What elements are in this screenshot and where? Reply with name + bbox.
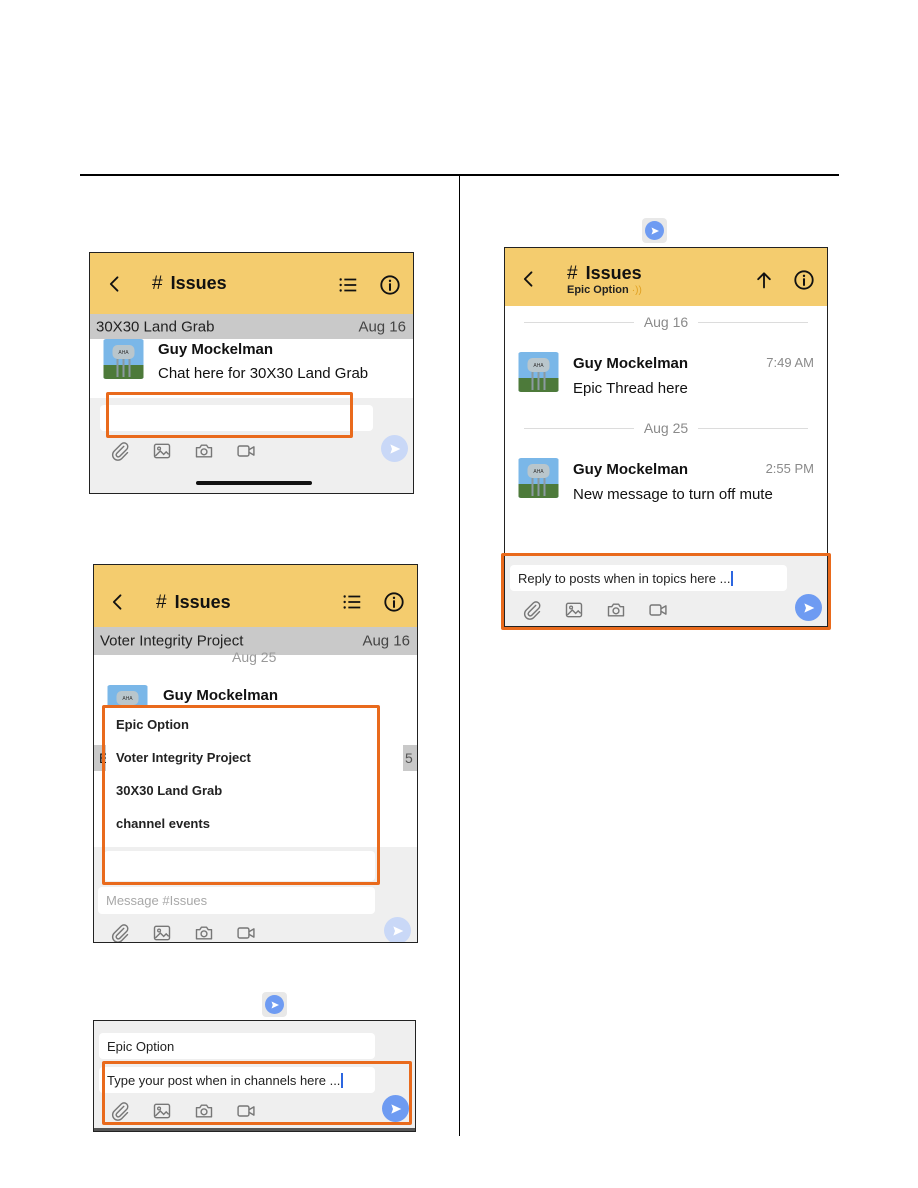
send-button-reference [262, 992, 287, 1017]
send-button[interactable] [384, 917, 411, 942]
send-icon [387, 441, 403, 457]
mute-icon: ·)) [631, 285, 642, 296]
highlight-channel-input [102, 1061, 412, 1125]
avatar [518, 352, 559, 392]
topic-name: 30X30 Land Grab [96, 318, 215, 335]
date-divider: Aug 25 [505, 420, 827, 436]
hidden-banner-right: 5 [403, 745, 417, 771]
topic-name: Voter Integrity Project [100, 632, 244, 650]
divider-line [523, 321, 634, 323]
topic-subtitle-text: Epic Option [567, 284, 629, 296]
camera-icon[interactable] [194, 923, 214, 943]
topic-header: # Issues Epic Option ·)) [505, 248, 827, 306]
message-time: 7:49 AM [766, 355, 814, 370]
avatar [518, 458, 559, 498]
date-divider-text: Aug 16 [643, 314, 689, 330]
info-icon[interactable] [378, 273, 402, 297]
back-arrow-icon[interactable] [518, 268, 540, 290]
highlight-input-box [106, 392, 353, 438]
camera-icon[interactable] [194, 441, 214, 461]
highlight-topic-reply-input [501, 553, 831, 630]
up-arrow-icon[interactable] [752, 268, 776, 292]
image-icon[interactable] [152, 923, 172, 943]
column-divider-line [459, 176, 460, 1136]
message-input[interactable]: Message #Issues [98, 887, 375, 914]
channel-header: # Issues [90, 253, 413, 315]
paperclip-icon[interactable] [110, 441, 130, 461]
highlight-topic-menu [102, 705, 380, 885]
send-icon [649, 225, 661, 237]
channel-title: # Issues [152, 273, 227, 295]
divider-line [698, 427, 809, 429]
topics-list-icon[interactable] [340, 590, 364, 614]
divider-line [698, 321, 809, 323]
send-button-reference [642, 218, 667, 243]
topics-list-icon[interactable] [336, 273, 360, 297]
info-icon[interactable] [792, 268, 816, 292]
message-text: New message to turn off mute [573, 486, 773, 503]
video-icon[interactable] [236, 923, 256, 943]
channel-title: # Issues [567, 263, 642, 285]
composer-tools [110, 923, 256, 943]
message-author: Guy Mockelman [573, 355, 689, 372]
channel-name: Issues [585, 263, 642, 283]
message-author: Guy Mockelman [573, 461, 689, 478]
image-icon[interactable] [152, 441, 172, 461]
hash-icon: # [152, 273, 163, 294]
topic-banner[interactable]: 30X30 Land Grab Aug 16 [90, 314, 413, 339]
message-author: Guy Mockelman [163, 687, 279, 704]
info-icon[interactable] [382, 590, 406, 614]
send-icon [269, 999, 281, 1011]
hash-icon: # [567, 263, 578, 284]
paperclip-icon[interactable] [110, 923, 130, 943]
composer-tools [110, 441, 256, 461]
topic-subtitle: Epic Option ·)) [567, 284, 642, 296]
channel-name: Issues [174, 592, 231, 612]
date-divider: Aug 16 [505, 314, 827, 330]
channel-header: # Issues [94, 565, 417, 627]
hash-icon: # [156, 592, 167, 613]
screenshot-topic-chat: # Issues 30X30 Land Grab Aug 16 Guy Mock… [89, 252, 414, 494]
date-divider-text: Aug 25 [643, 420, 689, 436]
channel-name: Issues [170, 273, 227, 293]
back-arrow-icon[interactable] [104, 273, 126, 295]
topic-field[interactable]: Epic Option [99, 1033, 375, 1059]
topic-date: Aug 16 [362, 632, 410, 650]
message-author: Guy Mockelman [158, 341, 274, 358]
back-arrow-icon[interactable] [107, 591, 129, 613]
date-divider: Aug 25 [232, 649, 277, 665]
message-text: Chat here for 30X30 Land Grab [158, 365, 369, 382]
avatar [103, 339, 144, 379]
video-icon[interactable] [236, 441, 256, 461]
send-button[interactable] [381, 435, 408, 462]
send-icon [390, 923, 406, 939]
message-text: Epic Thread here [573, 380, 688, 397]
channel-title: # Issues [156, 592, 231, 614]
bottom-edge [94, 1128, 415, 1131]
topic-date: Aug 16 [358, 318, 406, 335]
message-time: 2:55 PM [765, 461, 814, 476]
divider-line [523, 427, 634, 429]
home-indicator [196, 481, 312, 485]
